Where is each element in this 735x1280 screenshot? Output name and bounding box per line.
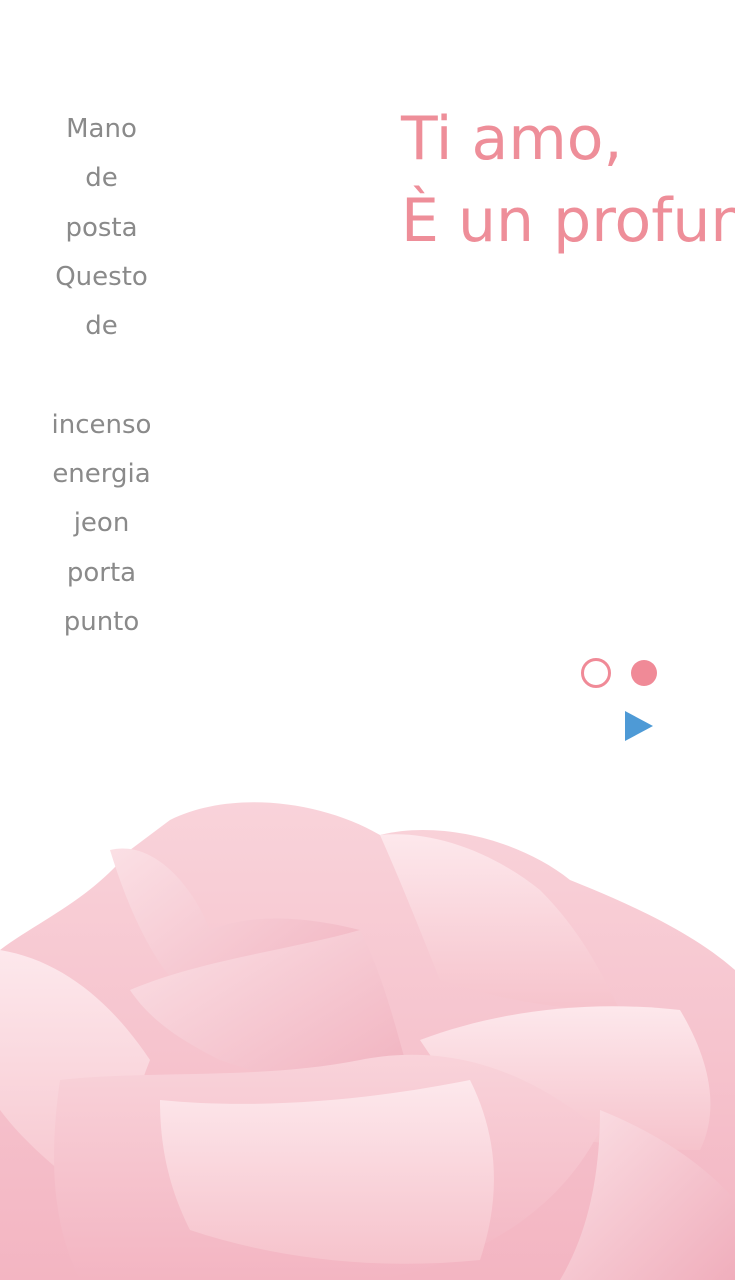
poem-line: energia [52,459,151,490]
poem-line: posta [65,212,138,243]
vertical-poem: Mano de posta Questo de incenso energia … [0,105,203,647]
poem-line: incenso [51,409,152,440]
poem-line: de [85,311,118,342]
poem-line: porta [66,557,137,588]
page: Mano de posta Questo de incenso energia … [0,0,735,1280]
headline-line-2: È un profun [401,186,735,256]
carousel-dot-inactive[interactable] [581,658,611,688]
carousel-dot-active[interactable] [631,660,657,686]
poem-line: punto [63,606,140,637]
poem-line: de [85,163,118,194]
poem-line: Questo [55,261,148,292]
play-icon[interactable] [625,711,653,741]
poem-line: jeon [73,508,130,539]
carousel-indicator [581,658,657,688]
headline-line-1: Ti amo, [401,104,623,174]
rose-petal [160,1080,494,1264]
headline: Ti amo, È un profun [401,98,735,262]
rose-image [0,802,735,1280]
poem-line: Mano [66,114,137,144]
